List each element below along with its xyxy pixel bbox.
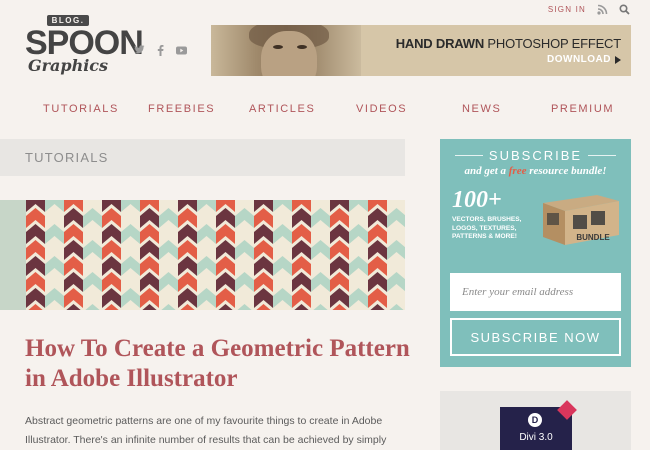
nav-item-tutorials[interactable]: TUTORIALS — [43, 103, 119, 115]
post-title[interactable]: How To Create a Geometric Pattern in Ado… — [25, 334, 415, 394]
main-nav: TUTORIALS FREEBIES ARTICLES VIDEOS NEWS … — [0, 103, 650, 117]
youtube-icon[interactable] — [175, 44, 187, 56]
search-icon[interactable] — [618, 3, 630, 15]
divi-ad-image: D Divi 3.0 — [500, 400, 577, 450]
utility-bar: SIGN IN — [548, 3, 630, 15]
sidebar-ad[interactable]: D Divi 3.0 — [440, 391, 631, 450]
sign-in-link[interactable]: SIGN IN — [548, 5, 586, 14]
subscribe-widget: SUBSCRIBE and get a free resource bundle… — [440, 139, 631, 367]
subscribe-now-button[interactable]: SUBSCRIBE NOW — [450, 318, 621, 356]
email-field[interactable] — [450, 273, 621, 311]
play-arrow-icon — [615, 55, 621, 64]
new-ribbon — [557, 400, 577, 420]
logo-graphics-text: Graphics — [27, 56, 109, 75]
logo-spoon-text: SPOON — [25, 24, 144, 62]
bundle-label: BUNDLE — [576, 233, 610, 242]
nav-item-articles[interactable]: ARTICLES — [249, 103, 315, 115]
post-excerpt: Abstract geometric patterns are one of m… — [25, 415, 387, 446]
subscribe-title: SUBSCRIBE — [450, 148, 621, 163]
banner-download-cta[interactable]: DOWNLOAD — [547, 54, 621, 65]
rss-icon[interactable] — [596, 3, 608, 15]
twitter-icon[interactable] — [133, 44, 145, 56]
featured-image-edge — [0, 200, 26, 310]
bundle-contents: VECTORS, BRUSHES, LOGOS, TEXTURES, PATTE… — [452, 216, 522, 240]
geometric-pattern-image — [26, 200, 405, 310]
nav-item-news[interactable]: NEWS — [462, 103, 501, 115]
section-heading-bar: TUTORIALS — [0, 139, 405, 176]
social-links — [133, 44, 187, 56]
nav-item-freebies[interactable]: FREEBIES — [148, 103, 215, 115]
banner-portrait-image — [211, 25, 361, 76]
site-logo[interactable]: BLOG. SPOON Graphics — [25, 10, 144, 90]
divi-product-name: Divi 3.0 — [519, 432, 553, 443]
bundle-count: 100+ — [452, 187, 502, 213]
hand-drawn-effect-banner[interactable]: HAND DRAWN PHOTOSHOP EFFECT DOWNLOAD — [211, 25, 631, 76]
divi-logo: D — [528, 413, 542, 427]
subscribe-tagline: and get a free resource bundle! — [464, 165, 607, 177]
bundle-promo: 100+ VECTORS, BRUSHES, LOGOS, TEXTURES, … — [450, 185, 621, 263]
nav-item-premium[interactable]: PREMIUM — [551, 103, 614, 115]
facebook-icon[interactable] — [154, 44, 166, 56]
nav-item-videos[interactable]: VIDEOS — [356, 103, 407, 115]
bundle-box-image: BUNDLE — [543, 195, 619, 245]
banner-headline: HAND DRAWN PHOTOSHOP EFFECT — [395, 36, 621, 51]
featured-image[interactable] — [0, 200, 405, 310]
section-title: TUTORIALS — [25, 150, 109, 165]
